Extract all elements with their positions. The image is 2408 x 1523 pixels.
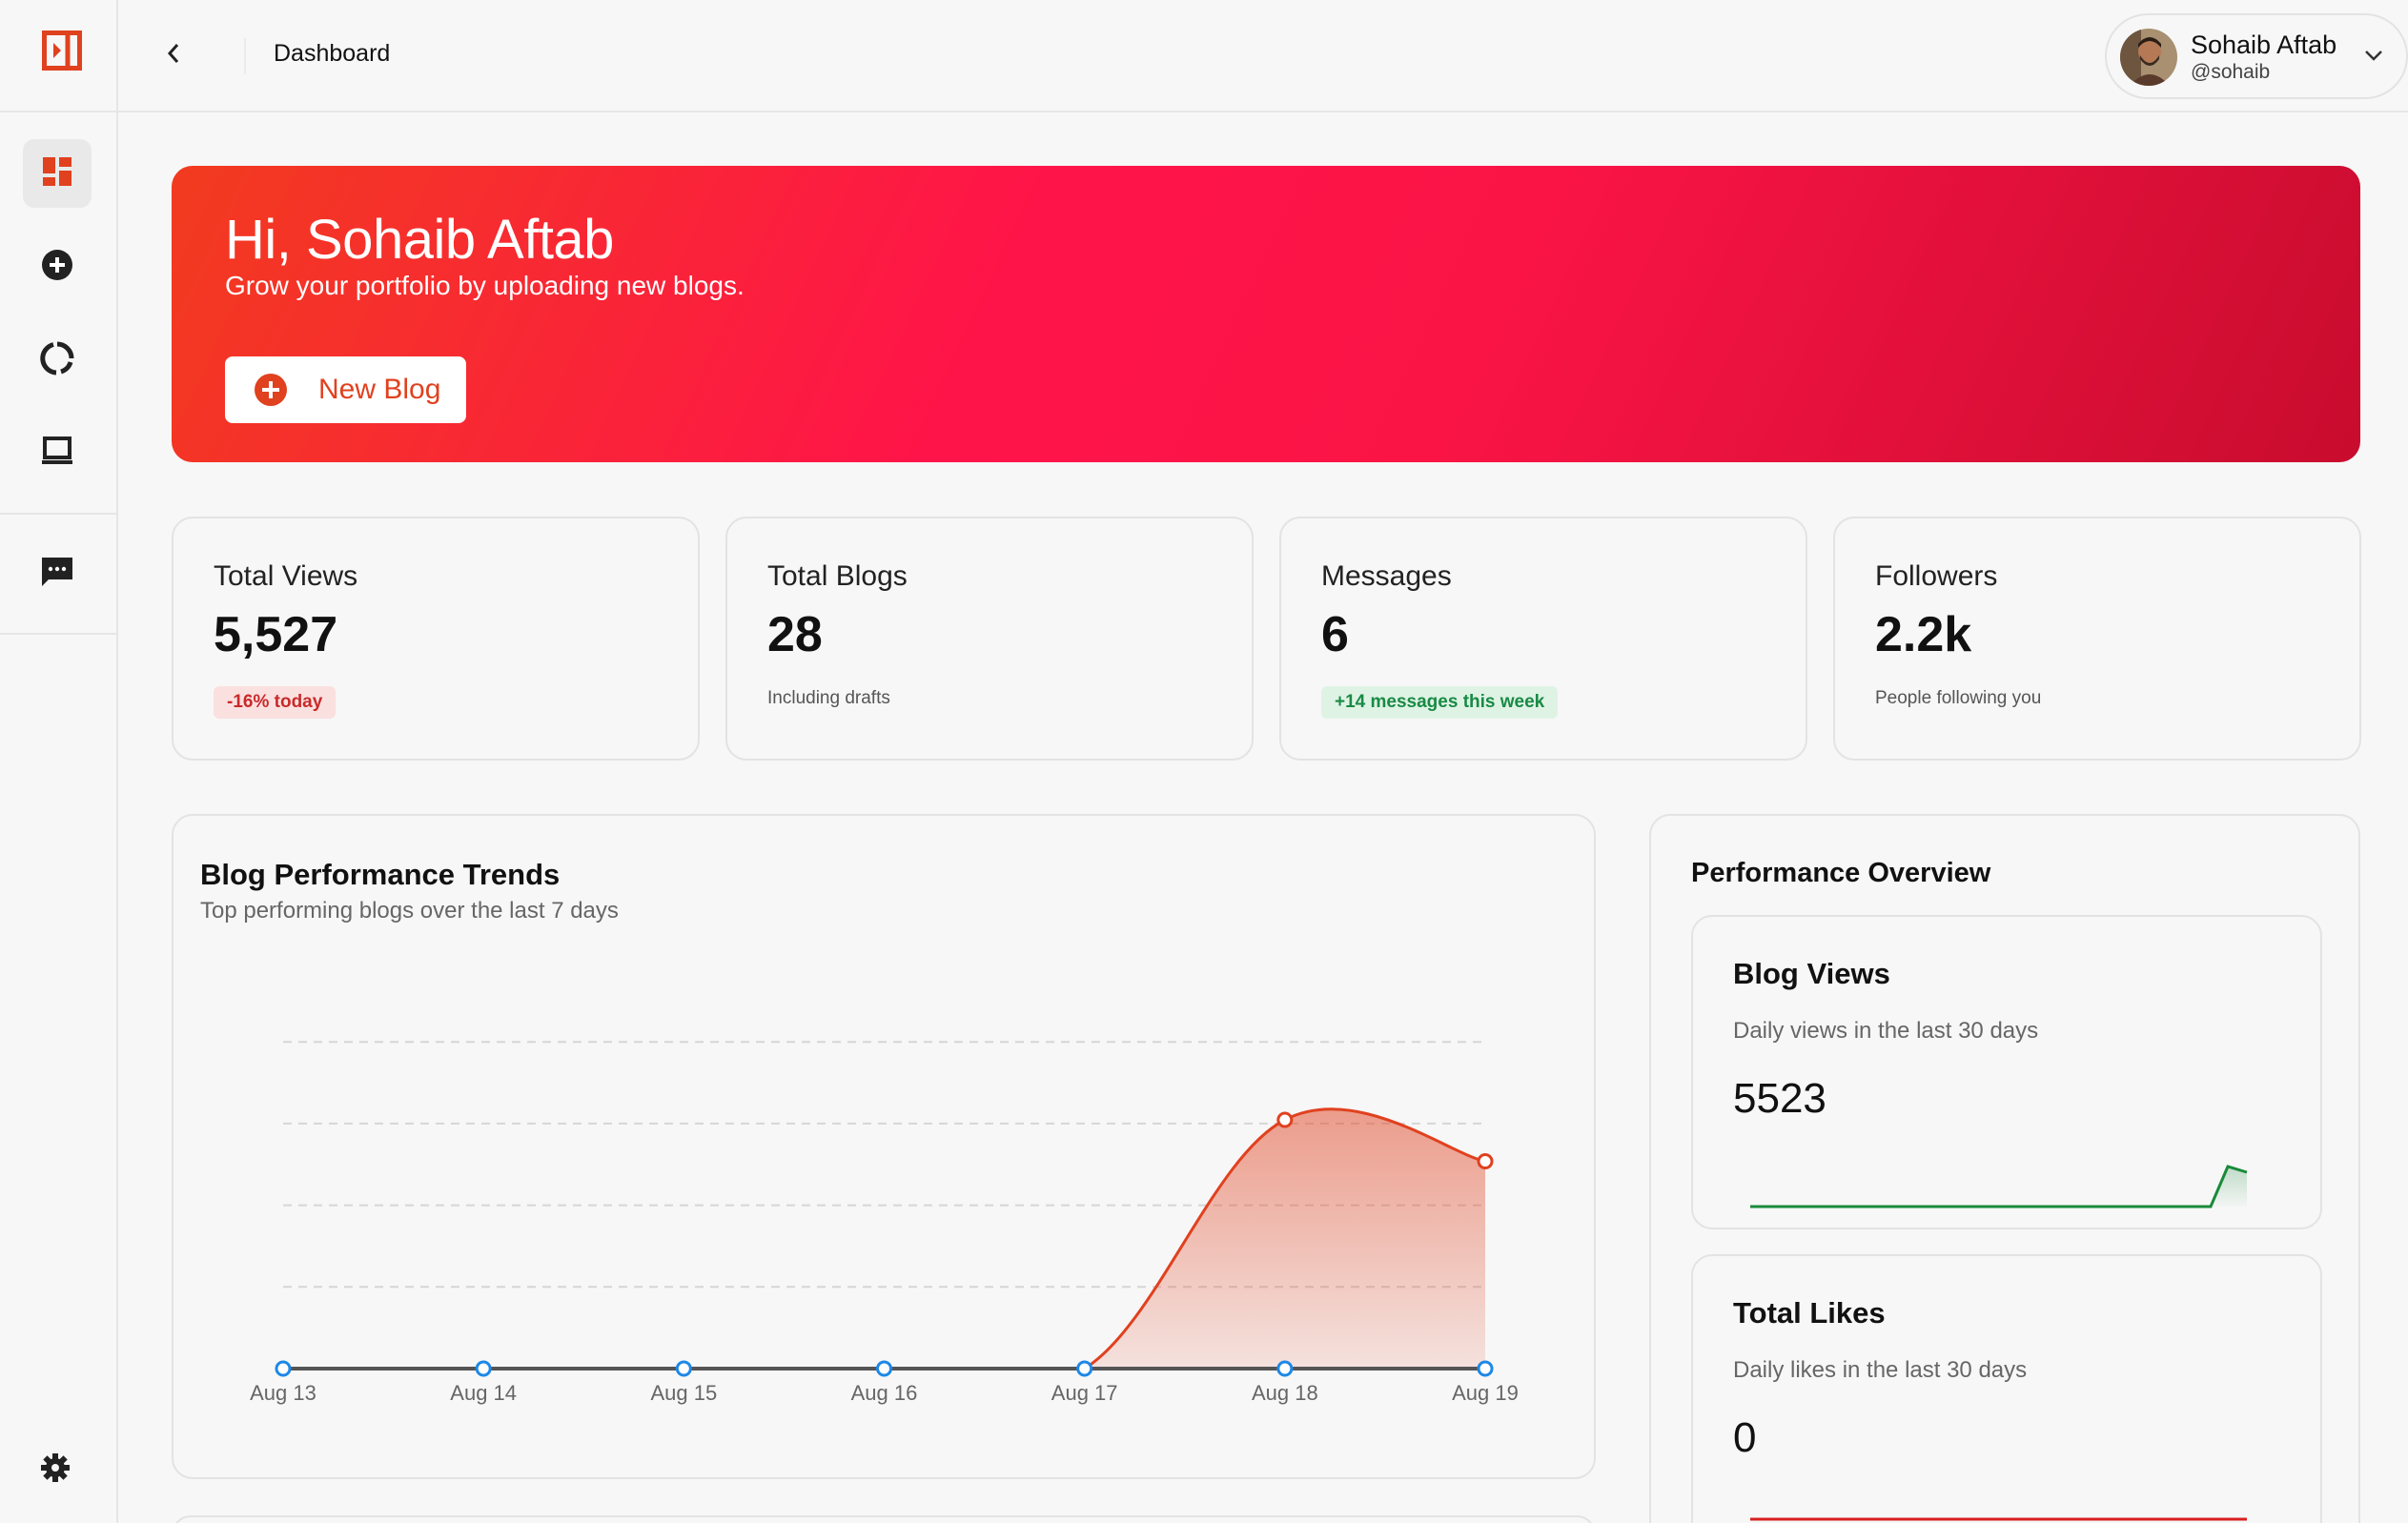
plus-circle-icon [254,373,288,412]
x-tick-label: Aug 14 [450,1381,517,1405]
series-area [283,1108,1485,1369]
stat-value: 5,527 [214,607,338,662]
data-point [1477,1153,1494,1169]
views-sparkline [1750,1165,2248,1208]
welcome-banner: Hi, Sohaib Aftab Grow your portfolio by … [172,166,2360,462]
sidebar-item-add[interactable] [23,233,92,301]
user-handle: @sohaib [2191,61,2271,83]
welcome-subtitle: Grow your portfolio by uploading new blo… [225,271,745,300]
user-menu[interactable]: Sohaib Aftab @sohaib [2105,13,2408,99]
back-button[interactable] [156,38,191,72]
chevron-left-icon [164,42,183,70]
dashboard-icon [42,156,72,192]
stat-value: 2.2k [1875,607,1972,662]
x-tick-label: Aug 19 [1452,1381,1519,1405]
performance-overview-card: Performance Overview Blog Views Daily vi… [1649,814,2360,1523]
sidebar-item-analytics[interactable] [23,326,92,395]
data-point [1276,1360,1294,1377]
status-badge: +14 messages this week [1321,686,1559,719]
chevron-down-icon[interactable] [2362,44,2385,71]
sidebar-item-messages[interactable] [23,539,92,608]
laptop-icon [40,435,74,474]
topbar: Dashboard Sohaib Aftab @sohaib [118,0,2408,112]
data-point [275,1360,292,1377]
sidebar-toggle-icon[interactable] [42,30,82,71]
sidebar-divider [0,111,118,112]
x-tick-label: Aug 13 [250,1381,316,1405]
sidebar-item-dashboard[interactable] [23,139,92,208]
stat-note: People following you [1875,688,2042,708]
topbar-separator [244,38,246,74]
avatar [2120,29,2177,86]
sidebar [0,0,118,1523]
stat-note: Including drafts [767,688,890,708]
stat-label: Total Blogs [767,560,908,592]
stat-label: Followers [1875,560,1998,592]
analytics-icon [40,341,74,380]
settings-icon [40,1452,71,1488]
sidebar-divider [0,513,118,515]
data-point [1276,1111,1294,1128]
likes-sparkline [1750,1517,2247,1521]
x-tick-label: Aug 17 [1051,1381,1118,1405]
sidebar-item-settings[interactable] [21,1435,90,1504]
x-tick-label: Aug 15 [650,1381,717,1405]
chart-subtitle: Top performing blogs over the last 7 day… [200,898,619,924]
welcome-title: Hi, Sohaib Aftab [225,209,614,271]
stat-card-messages: Messages 6 +14 messages this week [1279,517,1807,761]
data-point [475,1360,492,1377]
add-circle-icon [41,249,73,286]
user-name: Sohaib Aftab [2191,30,2337,59]
stat-label: Messages [1321,560,1452,592]
new-blog-label: New Blog [318,374,441,405]
stat-label: Total Views [214,560,358,592]
sidebar-item-blogs[interactable] [23,419,92,488]
x-tick-label: Aug 18 [1252,1381,1318,1405]
data-point [876,1360,892,1377]
blog-views-card: Blog Views Daily views in the last 30 da… [1691,915,2322,1229]
stat-card-followers: Followers 2.2k People following you [1833,517,2361,761]
stat-value: 6 [1321,607,1349,662]
chat-icon [40,555,74,594]
new-blog-button[interactable]: New Blog [225,356,466,423]
total-likes-card: Total Likes Daily likes in the last 30 d… [1691,1254,2322,1523]
status-badge: -16% today [214,686,337,719]
x-tick-label: Aug 16 [851,1381,918,1405]
next-card [172,1515,1596,1523]
overview-title: Performance Overview [1691,858,1991,888]
blog-performance-card: Aug 13 Aug 14 Aug 15 Aug 16 Aug 17 Aug 18 Aug … [172,814,1596,1479]
stat-card-blogs: Total Blogs 28 Including drafts [725,517,1254,761]
data-point [675,1360,692,1377]
data-point [1076,1360,1093,1377]
page-title: Dashboard [274,40,391,67]
data-point [1477,1360,1494,1377]
chart-title: Blog Performance Trends [200,858,561,891]
stat-card-views: Total Views 5,527 -16% today [172,517,700,761]
sidebar-divider [0,633,118,635]
stat-value: 28 [767,607,823,662]
